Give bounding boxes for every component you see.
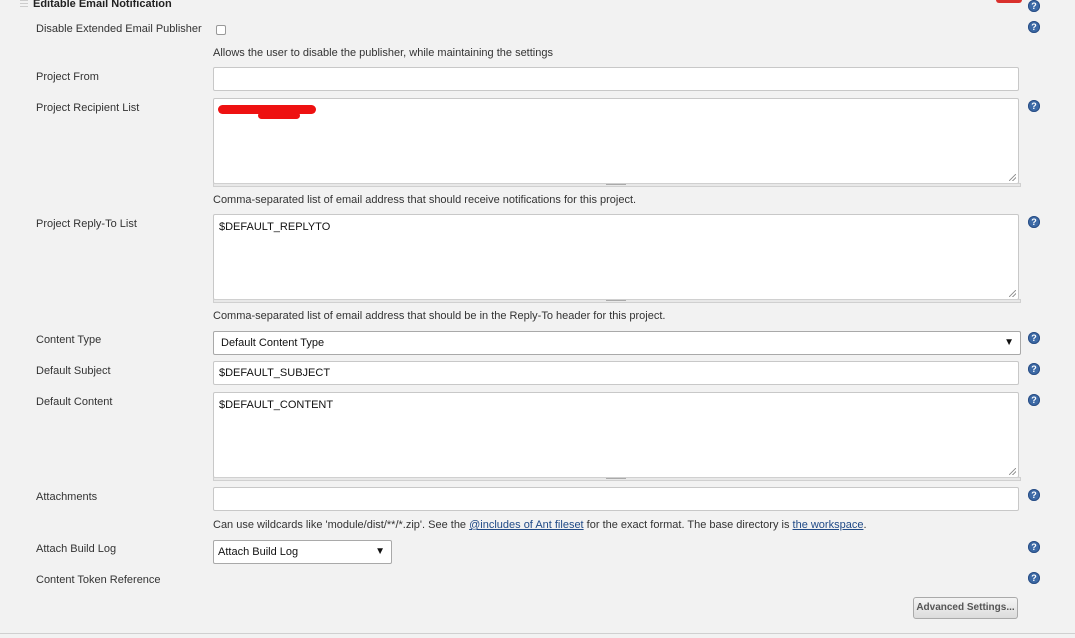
textarea-grip[interactable] — [213, 183, 1021, 187]
section-divider — [0, 633, 1075, 634]
help-icon[interactable]: ? — [1028, 572, 1040, 584]
content-type-label: Content Type — [36, 334, 102, 346]
chevron-down-icon: ▼ — [375, 546, 385, 557]
reply-to-textarea[interactable]: $DEFAULT_REPLYTO — [213, 214, 1019, 300]
project-from-input[interactable] — [213, 67, 1019, 91]
disable-publisher-label: Disable Extended Email Publisher — [36, 23, 202, 35]
default-content-textarea[interactable]: $DEFAULT_CONTENT — [213, 392, 1019, 478]
recipient-list-label: Project Recipient List — [36, 102, 140, 114]
resize-handle-icon[interactable] — [1009, 174, 1016, 181]
attach-build-log-label: Attach Build Log — [36, 543, 117, 555]
attachments-description-middle: for the exact format. The base directory… — [583, 519, 793, 531]
recipient-list-textarea[interactable] — [213, 98, 1019, 184]
reply-to-value: $DEFAULT_REPLYTO — [219, 221, 331, 233]
help-icon[interactable]: ? — [1028, 541, 1040, 553]
reply-to-description: Comma-separated list of email address th… — [213, 310, 666, 322]
workspace-link[interactable]: the workspace — [793, 519, 864, 531]
disable-publisher-checkbox[interactable] — [216, 25, 226, 35]
help-icon[interactable]: ? — [1028, 0, 1040, 12]
default-content-value: $DEFAULT_CONTENT — [219, 399, 334, 411]
attachments-description-suffix: . — [863, 519, 867, 531]
redaction-mark — [258, 112, 300, 119]
drag-handle-icon[interactable] — [20, 0, 28, 9]
textarea-grip[interactable] — [213, 299, 1021, 303]
ant-fileset-link[interactable]: @includes of Ant fileset — [469, 519, 584, 531]
default-content-label: Default Content — [36, 396, 113, 408]
advanced-settings-button[interactable]: Advanced Settings... — [913, 597, 1018, 619]
content-type-select[interactable]: Default Content Type ▼ — [213, 331, 1021, 355]
section-title: Editable Email Notification — [33, 0, 172, 10]
attachments-description: Can use wildcards like 'module/dist/**/*… — [213, 519, 867, 531]
disable-publisher-description: Allows the user to disable the publisher… — [213, 47, 553, 59]
help-icon[interactable]: ? — [1028, 489, 1040, 501]
default-subject-label: Default Subject — [36, 365, 111, 377]
resize-handle-icon[interactable] — [1009, 290, 1016, 297]
help-icon[interactable]: ? — [1028, 394, 1040, 406]
help-icon[interactable]: ? — [1028, 216, 1040, 228]
help-icon[interactable]: ? — [1028, 332, 1040, 344]
attach-build-log-selected: Attach Build Log — [218, 546, 299, 558]
attachments-label: Attachments — [36, 491, 98, 503]
attach-build-log-select[interactable]: Attach Build Log ▼ — [213, 540, 392, 564]
content-type-selected: Default Content Type — [221, 337, 325, 349]
delete-button[interactable] — [996, 0, 1022, 3]
attachments-description-prefix: Can use wildcards like 'module/dist/**/*… — [213, 519, 470, 531]
project-from-label: Project From — [36, 71, 99, 83]
default-subject-input[interactable]: $DEFAULT_SUBJECT — [213, 361, 1019, 385]
help-icon[interactable]: ? — [1028, 363, 1040, 375]
default-subject-value: $DEFAULT_SUBJECT — [219, 367, 331, 379]
help-icon[interactable]: ? — [1028, 100, 1040, 112]
chevron-down-icon: ▼ — [1004, 337, 1014, 348]
attachments-input[interactable] — [213, 487, 1019, 511]
textarea-grip[interactable] — [213, 477, 1021, 481]
reply-to-label: Project Reply-To List — [36, 218, 137, 230]
help-icon[interactable]: ? — [1028, 21, 1040, 33]
content-token-reference-label: Content Token Reference — [36, 574, 161, 586]
recipient-list-description: Comma-separated list of email address th… — [213, 194, 637, 206]
resize-handle-icon[interactable] — [1009, 468, 1016, 475]
